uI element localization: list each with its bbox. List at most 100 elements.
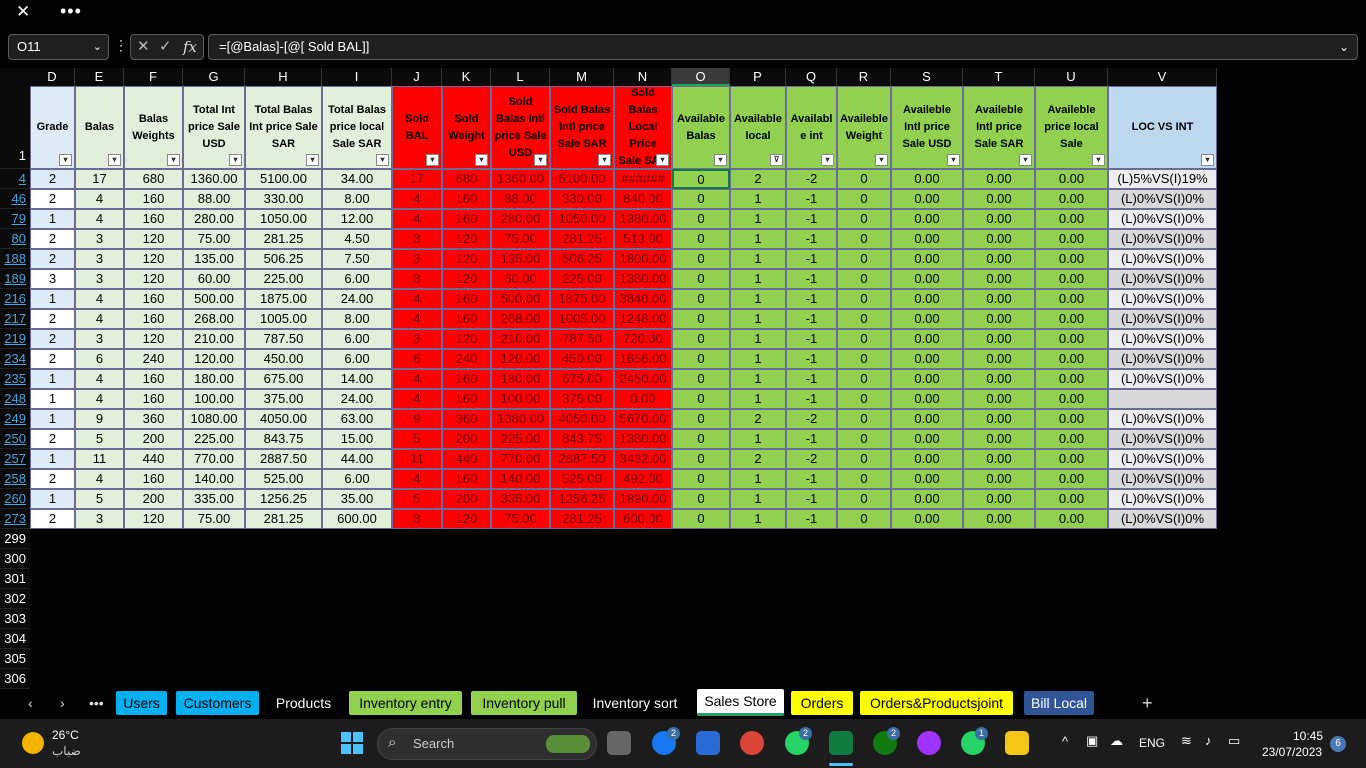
table-cell[interactable]: 12.00 <box>322 209 392 229</box>
table-cell[interactable]: 2 <box>30 329 75 349</box>
row-header[interactable]: 273 <box>0 509 30 529</box>
row-header[interactable]: 4 <box>0 169 30 189</box>
table-cell[interactable]: 0 <box>672 169 730 189</box>
table-cell[interactable]: 2 <box>30 249 75 269</box>
store-icon[interactable] <box>696 731 720 755</box>
table-cell[interactable]: 1 <box>730 369 786 389</box>
table-cell[interactable]: 2887.50 <box>550 449 614 469</box>
table-cell[interactable]: -1 <box>786 369 837 389</box>
filter-applied-icon[interactable]: ⊽ <box>770 154 783 166</box>
table-cell[interactable]: 35.00 <box>322 489 392 509</box>
table-cell[interactable]: 160 <box>124 469 183 489</box>
column-header-i[interactable]: I <box>322 68 392 86</box>
table-cell[interactable]: 0 <box>837 369 891 389</box>
table-cell[interactable]: 75.00 <box>491 229 550 249</box>
row-header[interactable]: 300 <box>0 549 30 569</box>
table-cell[interactable]: 200 <box>124 429 183 449</box>
table-cell[interactable]: -1 <box>786 329 837 349</box>
empty-row[interactable] <box>30 649 1217 669</box>
table-cell[interactable]: 4 <box>75 469 124 489</box>
table-cell[interactable]: (L)0%VS(I)0% <box>1108 289 1217 309</box>
table-cell[interactable]: 200 <box>442 429 491 449</box>
table-cell[interactable]: 375.00 <box>550 389 614 409</box>
table-cell[interactable]: (L)0%VS(I)0% <box>1108 489 1217 509</box>
table-cell[interactable]: 1 <box>730 229 786 249</box>
table-cell[interactable]: 6.00 <box>322 349 392 369</box>
table-cell[interactable]: -2 <box>786 449 837 469</box>
table-cell[interactable]: 3 <box>392 229 442 249</box>
table-cell[interactable]: (L)0%VS(I)0% <box>1108 229 1217 249</box>
table-cell[interactable]: 0.00 <box>963 349 1035 369</box>
table-cell[interactable]: 2887.50 <box>245 449 322 469</box>
row-header[interactable]: 249 <box>0 409 30 429</box>
table-cell[interactable]: 2 <box>30 309 75 329</box>
table-cell[interactable]: 0.00 <box>891 349 963 369</box>
filter-dropdown-icon[interactable]: ▾ <box>656 154 669 166</box>
table-cell[interactable]: 600.00 <box>614 509 672 529</box>
table-cell[interactable]: 4 <box>392 389 442 409</box>
table-cell[interactable]: 0.00 <box>963 169 1035 189</box>
row-header[interactable]: 306 <box>0 669 30 689</box>
table-cell[interactable]: 0 <box>837 249 891 269</box>
table-cell[interactable]: 1 <box>730 269 786 289</box>
table-cell[interactable]: 60.00 <box>491 269 550 289</box>
filter-dropdown-icon[interactable]: ▾ <box>167 154 180 166</box>
column-header-p[interactable]: P <box>730 68 786 86</box>
table-cell[interactable]: 6.00 <box>322 269 392 289</box>
column-header-j[interactable]: J <box>392 68 442 86</box>
excel-icon[interactable] <box>829 731 853 755</box>
table-cell[interactable]: -1 <box>786 209 837 229</box>
cancel-icon[interactable]: ✕ <box>137 35 150 59</box>
empty-row[interactable] <box>30 529 1217 549</box>
file-explorer-icon[interactable] <box>607 731 631 755</box>
table-cell[interactable]: (L)0%VS(I)0% <box>1108 369 1217 389</box>
table-cell[interactable]: 1 <box>30 369 75 389</box>
column-header-u[interactable]: U <box>1035 68 1108 86</box>
table-cell[interactable]: -1 <box>786 289 837 309</box>
table-cell[interactable]: 1 <box>730 289 786 309</box>
table-cell[interactable]: 11 <box>75 449 124 469</box>
table-cell[interactable]: 1050.00 <box>550 209 614 229</box>
row-header[interactable]: 250 <box>0 429 30 449</box>
table-cell[interactable]: 0 <box>672 329 730 349</box>
table-cell[interactable]: 6 <box>75 349 124 369</box>
row-header[interactable]: 46 <box>0 189 30 209</box>
sheet-tab-inventory-entry[interactable]: Inventory entry <box>349 691 462 715</box>
column-header-n[interactable]: N <box>614 68 672 86</box>
table-cell[interactable]: 0.00 <box>891 389 963 409</box>
table-cell[interactable]: 0.00 <box>891 369 963 389</box>
table-cell[interactable]: 63.00 <box>322 409 392 429</box>
table-cell[interactable]: (L)0%VS(I)0% <box>1108 429 1217 449</box>
empty-row[interactable] <box>30 669 1217 689</box>
table-cell[interactable]: 8.00 <box>322 309 392 329</box>
table-cell[interactable]: 0.00 <box>1035 449 1108 469</box>
row-header[interactable]: 305 <box>0 649 30 669</box>
table-cell[interactable]: 0.00 <box>1035 429 1108 449</box>
table-cell[interactable]: 5100.00 <box>245 169 322 189</box>
table-cell[interactable]: 0.00 <box>963 189 1035 209</box>
clock-time[interactable]: 10:45 <box>1293 729 1323 743</box>
table-cell[interactable]: 75.00 <box>491 509 550 529</box>
table-cell[interactable]: 24.00 <box>322 289 392 309</box>
sheet-tab-bill-local[interactable]: Bill Local <box>1024 691 1094 715</box>
table-cell[interactable]: 0 <box>837 269 891 289</box>
table-cell[interactable]: 2450.00 <box>614 369 672 389</box>
table-cell[interactable]: 4 <box>392 309 442 329</box>
row-header[interactable]: 302 <box>0 589 30 609</box>
table-cell[interactable]: 34.00 <box>322 169 392 189</box>
sheet-tab-orders-productsjoint[interactable]: Orders&Productsjoint <box>860 691 1013 715</box>
table-cell[interactable]: 210.00 <box>491 329 550 349</box>
table-cell[interactable]: 268.00 <box>183 309 245 329</box>
table-cell[interactable]: 3 <box>392 269 442 289</box>
table-cell[interactable]: 3 <box>75 249 124 269</box>
formula-input[interactable]: =[@Balas]-[@[ Sold BAL]] ⌄ <box>208 34 1358 60</box>
table-cell[interactable]: 680 <box>124 169 183 189</box>
table-cell[interactable]: 0.00 <box>963 369 1035 389</box>
table-cell[interactable]: 2 <box>730 449 786 469</box>
column-header-k[interactable]: K <box>442 68 491 86</box>
table-cell[interactable]: 11 <box>392 449 442 469</box>
table-cell[interactable]: 513.00 <box>614 229 672 249</box>
table-cell[interactable]: (L)0%VS(I)0% <box>1108 329 1217 349</box>
filter-dropdown-icon[interactable]: ▾ <box>821 154 834 166</box>
column-header-h[interactable]: H <box>245 68 322 86</box>
